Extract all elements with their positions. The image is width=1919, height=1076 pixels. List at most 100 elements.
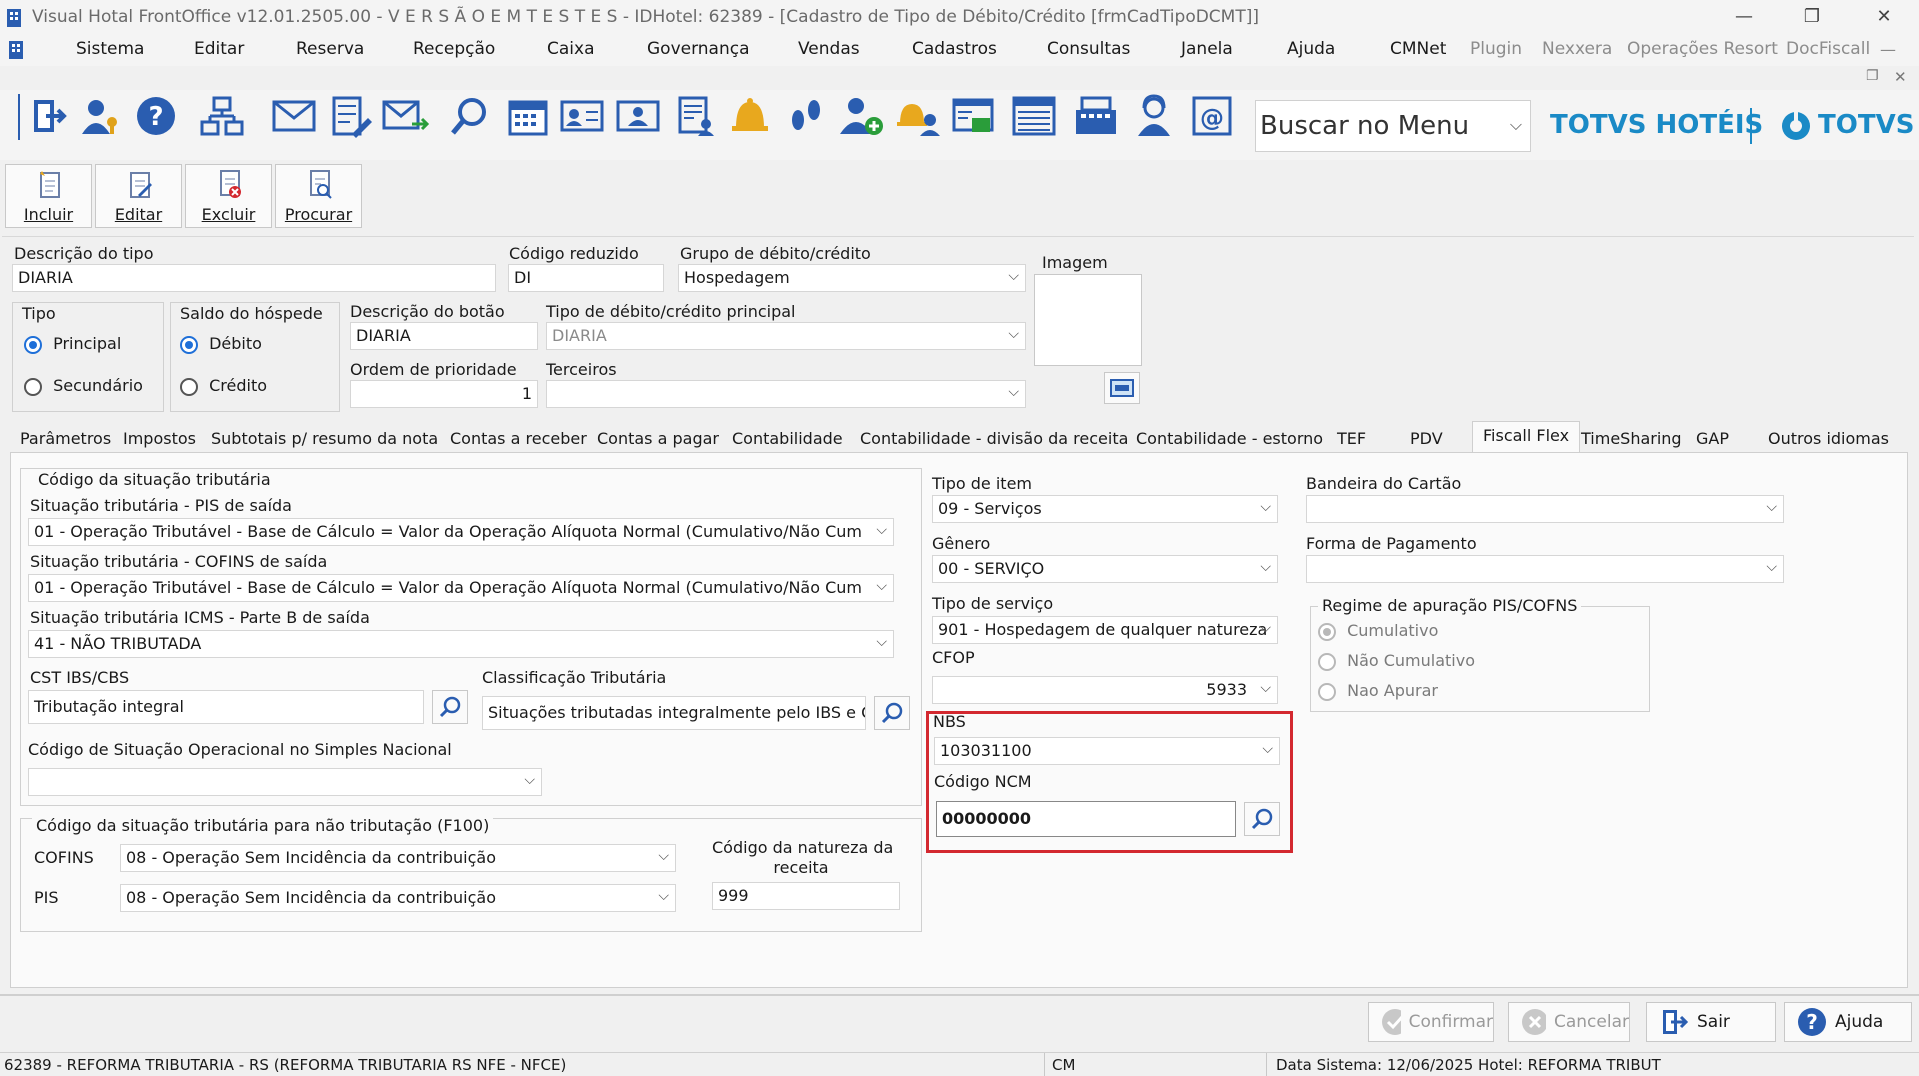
email-at-icon[interactable]: @	[1186, 90, 1238, 142]
calendar-icon[interactable]	[502, 90, 554, 142]
tipo-secundario-radio[interactable]: Secundário	[24, 376, 143, 396]
mdi-restore-button[interactable]: ❐	[1866, 68, 1879, 84]
mdi-close-button[interactable]: ✕	[1894, 68, 1907, 86]
image-load-button[interactable]	[1104, 372, 1140, 404]
tab-tef[interactable]: TEF	[1337, 425, 1366, 453]
help-icon[interactable]: ?	[130, 90, 182, 142]
menu-ajuda[interactable]: Ajuda	[1287, 39, 1335, 59]
restore-button[interactable]: ❐	[1792, 4, 1832, 30]
ncm-input[interactable]: 00000000	[936, 801, 1236, 837]
f100-cofins-select[interactable]: 08 - Operação Sem Incidência da contribu…	[120, 844, 676, 872]
class-trib-search-button[interactable]	[874, 696, 910, 730]
saldo-debito-radio[interactable]: Débito	[180, 334, 262, 354]
tab-parametros[interactable]: Parâmetros	[20, 425, 111, 453]
descricao-tipo-input[interactable]: DIARIA	[12, 264, 496, 292]
close-window-button[interactable]: ✕	[1864, 4, 1904, 30]
tab-contas-pagar[interactable]: Contas a pagar	[597, 425, 719, 453]
guest-card-icon[interactable]	[556, 90, 608, 142]
menu-janela[interactable]: Janela	[1181, 39, 1233, 59]
cofins-select[interactable]: 01 - Operação Tributável - Base de Cálcu…	[28, 574, 894, 602]
tab-gap[interactable]: GAP	[1696, 425, 1729, 453]
cfop-select[interactable]: 5933 ⌵	[932, 676, 1278, 704]
menu-governanca[interactable]: Governança	[647, 39, 750, 59]
f100-pis-select[interactable]: 08 - Operação Sem Incidência da contribu…	[120, 884, 676, 912]
terceiros-select[interactable]: ⌵	[546, 380, 1026, 408]
cash-register-icon[interactable]	[1070, 90, 1122, 142]
codigo-reduzido-input[interactable]: DI	[508, 264, 664, 292]
regime-nao-cumulativo-radio[interactable]: Não Cumulativo	[1318, 651, 1475, 671]
pis-select[interactable]: 01 - Operação Tributável - Base de Cálcu…	[28, 518, 894, 546]
invoice-icon[interactable]	[948, 90, 1000, 142]
menu-cadastros[interactable]: Cadastros	[912, 39, 997, 59]
menu-sistema[interactable]: Sistema	[76, 39, 144, 59]
imagem-preview[interactable]	[1034, 274, 1142, 366]
menu-caixa[interactable]: Caixa	[547, 39, 595, 59]
tab-impostos[interactable]: Impostos	[123, 425, 196, 453]
editar-button[interactable]: Editar	[95, 164, 182, 228]
tipo-principal-radio[interactable]: Principal	[24, 334, 121, 354]
tab-pdv[interactable]: PDV	[1410, 425, 1443, 453]
guest-id-icon[interactable]	[612, 90, 664, 142]
tab-outros-idiomas[interactable]: Outros idiomas	[1768, 425, 1889, 453]
menu-docfiscall[interactable]: DocFiscall	[1786, 39, 1870, 59]
menu-consultas[interactable]: Consultas	[1047, 39, 1130, 59]
confirmar-button[interactable]: Confirmar	[1368, 1002, 1494, 1042]
menu-reserva[interactable]: Reserva	[296, 39, 364, 59]
excluir-button[interactable]: Excluir	[185, 164, 272, 228]
genero-select[interactable]: 00 - SERVIÇO ⌵	[932, 555, 1278, 583]
cst-ibs-search-button[interactable]	[432, 690, 468, 724]
menu-recepcao[interactable]: Recepção	[413, 39, 495, 59]
descricao-botao-input[interactable]: DIARIA	[350, 322, 538, 350]
minimize-button[interactable]: —	[1724, 4, 1764, 30]
list-icon[interactable]	[1008, 90, 1060, 142]
user-key-icon[interactable]	[74, 90, 126, 142]
menu-editar[interactable]: Editar	[194, 39, 244, 59]
cancelar-button[interactable]: Cancelar	[1508, 1002, 1630, 1042]
tipo-item-select[interactable]: 09 - Serviços ⌵	[932, 495, 1278, 523]
grupo-select[interactable]: Hospedagem ⌵	[678, 264, 1026, 292]
tab-contabilidade-divisao[interactable]: Contabilidade - divisão da receita	[860, 425, 1128, 453]
procurar-button[interactable]: Procurar	[275, 164, 362, 228]
mdi-minimize-button[interactable]: —	[1880, 40, 1896, 59]
ajuda-button[interactable]: ? Ajuda	[1784, 1002, 1912, 1042]
tab-timesharing[interactable]: TimeSharing	[1581, 425, 1682, 453]
tab-subtotais[interactable]: Subtotais p/ resumo da nota	[211, 425, 438, 453]
tab-fiscall-flex[interactable]: Fiscall Flex	[1472, 421, 1581, 453]
tipo-principal-dc-select[interactable]: DIARIA ⌵	[546, 322, 1026, 350]
menu-search-combobox[interactable]: Buscar no Menu ⌵	[1255, 100, 1531, 152]
tab-contas-receber[interactable]: Contas a receber	[450, 425, 587, 453]
add-user-icon[interactable]	[836, 90, 888, 142]
bell-icon[interactable]	[724, 90, 776, 142]
exit-icon[interactable]	[22, 90, 74, 142]
bell-group-icon[interactable]	[892, 90, 944, 142]
edit-list-icon[interactable]	[324, 90, 376, 142]
cst-ibs-input[interactable]: Tributação integral	[28, 690, 424, 724]
network-icon[interactable]	[196, 90, 248, 142]
class-trib-input[interactable]: Situações tributadas integralmente pelo …	[482, 696, 866, 730]
operator-icon[interactable]	[1128, 90, 1180, 142]
ordem-input[interactable]: 1	[350, 380, 538, 408]
menu-operacoes-resort[interactable]: Operações Resort	[1627, 39, 1778, 59]
search-icon[interactable]	[444, 90, 496, 142]
tipo-servico-select[interactable]: 901 - Hospedagem de qualquer natureza ⌵	[932, 616, 1278, 644]
nbs-select[interactable]: 103031100 ⌵	[934, 737, 1280, 765]
report-user-icon[interactable]	[670, 90, 722, 142]
mail-icon[interactable]	[268, 90, 320, 142]
forma-pgto-select[interactable]: ⌵	[1306, 555, 1784, 583]
menu-plugin[interactable]: Plugin	[1470, 39, 1522, 59]
menu-vendas[interactable]: Vendas	[798, 39, 860, 59]
regime-cumulativo-radio[interactable]: Cumulativo	[1318, 621, 1438, 641]
tab-contabilidade-estorno[interactable]: Contabilidade - estorno	[1136, 425, 1323, 453]
natureza-input[interactable]: 999	[712, 882, 900, 910]
simples-select[interactable]: ⌵	[28, 768, 542, 796]
incluir-button[interactable]: Incluir	[5, 164, 92, 228]
bandeira-select[interactable]: ⌵	[1306, 495, 1784, 523]
icms-select[interactable]: 41 - NÃO TRIBUTADA ⌵	[28, 630, 894, 658]
saldo-credito-radio[interactable]: Crédito	[180, 376, 267, 396]
sair-button[interactable]: Sair	[1646, 1002, 1776, 1042]
footprints-icon[interactable]	[780, 90, 832, 142]
mail-send-icon[interactable]	[380, 90, 432, 142]
ncm-search-button[interactable]	[1244, 802, 1280, 836]
menu-cmnet[interactable]: CMNet	[1390, 39, 1446, 59]
menu-nexxera[interactable]: Nexxera	[1542, 39, 1612, 59]
